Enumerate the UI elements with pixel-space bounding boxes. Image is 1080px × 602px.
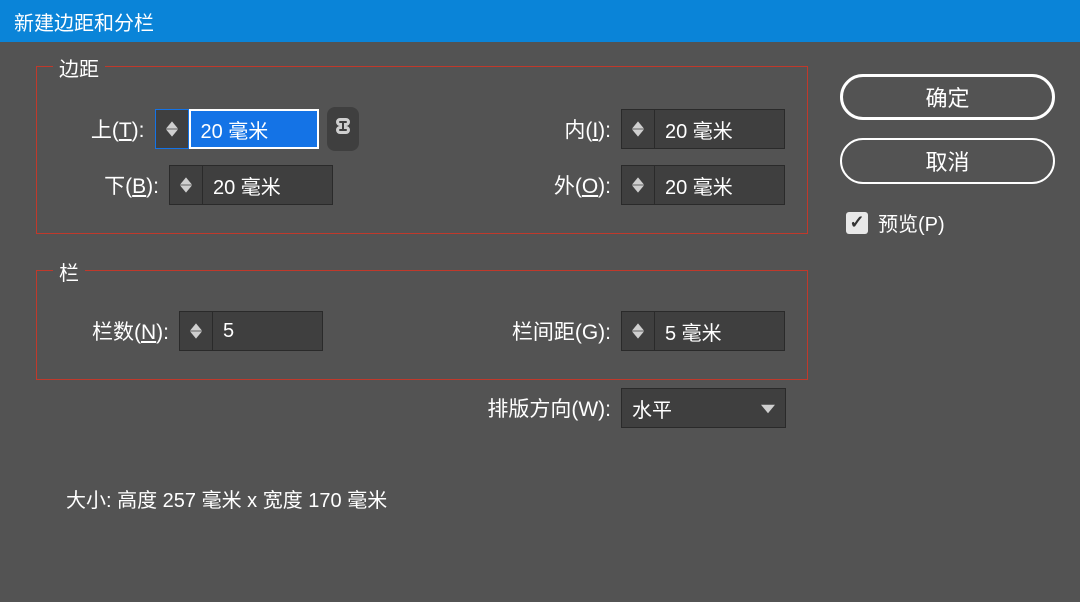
- direction-select[interactable]: 水平: [621, 388, 786, 428]
- columns-group: 栏 栏数(N): 栏间距(G):: [36, 270, 808, 380]
- margin-inside-stepper[interactable]: [621, 109, 785, 149]
- dialog-title: 新建边距和分栏: [14, 7, 154, 36]
- stepper-arrows-icon[interactable]: [621, 311, 655, 351]
- margin-inside-input[interactable]: [655, 109, 785, 149]
- stepper-arrows-icon[interactable]: [155, 109, 189, 149]
- dialog-titlebar: 新建边距和分栏: [0, 0, 1080, 42]
- margins-legend: 边距: [53, 53, 105, 82]
- margin-bottom-stepper[interactable]: [169, 165, 333, 205]
- margin-inside-label: 内(I):: [511, 114, 621, 144]
- dialog-body: 边距 上(T):: [0, 42, 1080, 529]
- margin-top-label: 上(T):: [59, 114, 155, 144]
- margin-top-input[interactable]: [189, 109, 319, 149]
- ok-button[interactable]: 确定: [840, 74, 1055, 120]
- cancel-button[interactable]: 取消: [840, 138, 1055, 184]
- margin-outside-stepper[interactable]: [621, 165, 785, 205]
- margin-top-stepper[interactable]: [155, 109, 319, 149]
- gutter-label: 栏间距(G):: [461, 316, 621, 346]
- column-count-label: 栏数(N):: [59, 316, 179, 346]
- column-count-stepper[interactable]: [179, 311, 323, 351]
- size-readout: 大小: 高度 257 毫米 x 宽度 170 毫米: [36, 478, 808, 513]
- margin-outside-label: 外(O):: [511, 170, 621, 200]
- gutter-input[interactable]: [655, 311, 785, 351]
- margin-bottom-label: 下(B):: [59, 170, 169, 200]
- link-margins-button[interactable]: [327, 107, 360, 151]
- direction-label: 排版方向(W):: [461, 393, 621, 423]
- preview-label: 预览(P): [878, 208, 945, 237]
- direction-value: 水平: [632, 394, 672, 423]
- stepper-arrows-icon[interactable]: [179, 311, 213, 351]
- stepper-arrows-icon[interactable]: [621, 109, 655, 149]
- column-count-input[interactable]: [213, 311, 323, 351]
- gutter-stepper[interactable]: [621, 311, 785, 351]
- stepper-arrows-icon[interactable]: [169, 165, 203, 205]
- link-icon: [334, 114, 352, 144]
- preview-checkbox[interactable]: [846, 212, 868, 234]
- chevron-down-icon: [761, 397, 775, 420]
- margin-bottom-input[interactable]: [203, 165, 333, 205]
- stepper-arrows-icon[interactable]: [621, 165, 655, 205]
- columns-legend: 栏: [53, 257, 85, 286]
- margins-group: 边距 上(T):: [36, 66, 808, 234]
- margin-outside-input[interactable]: [655, 165, 785, 205]
